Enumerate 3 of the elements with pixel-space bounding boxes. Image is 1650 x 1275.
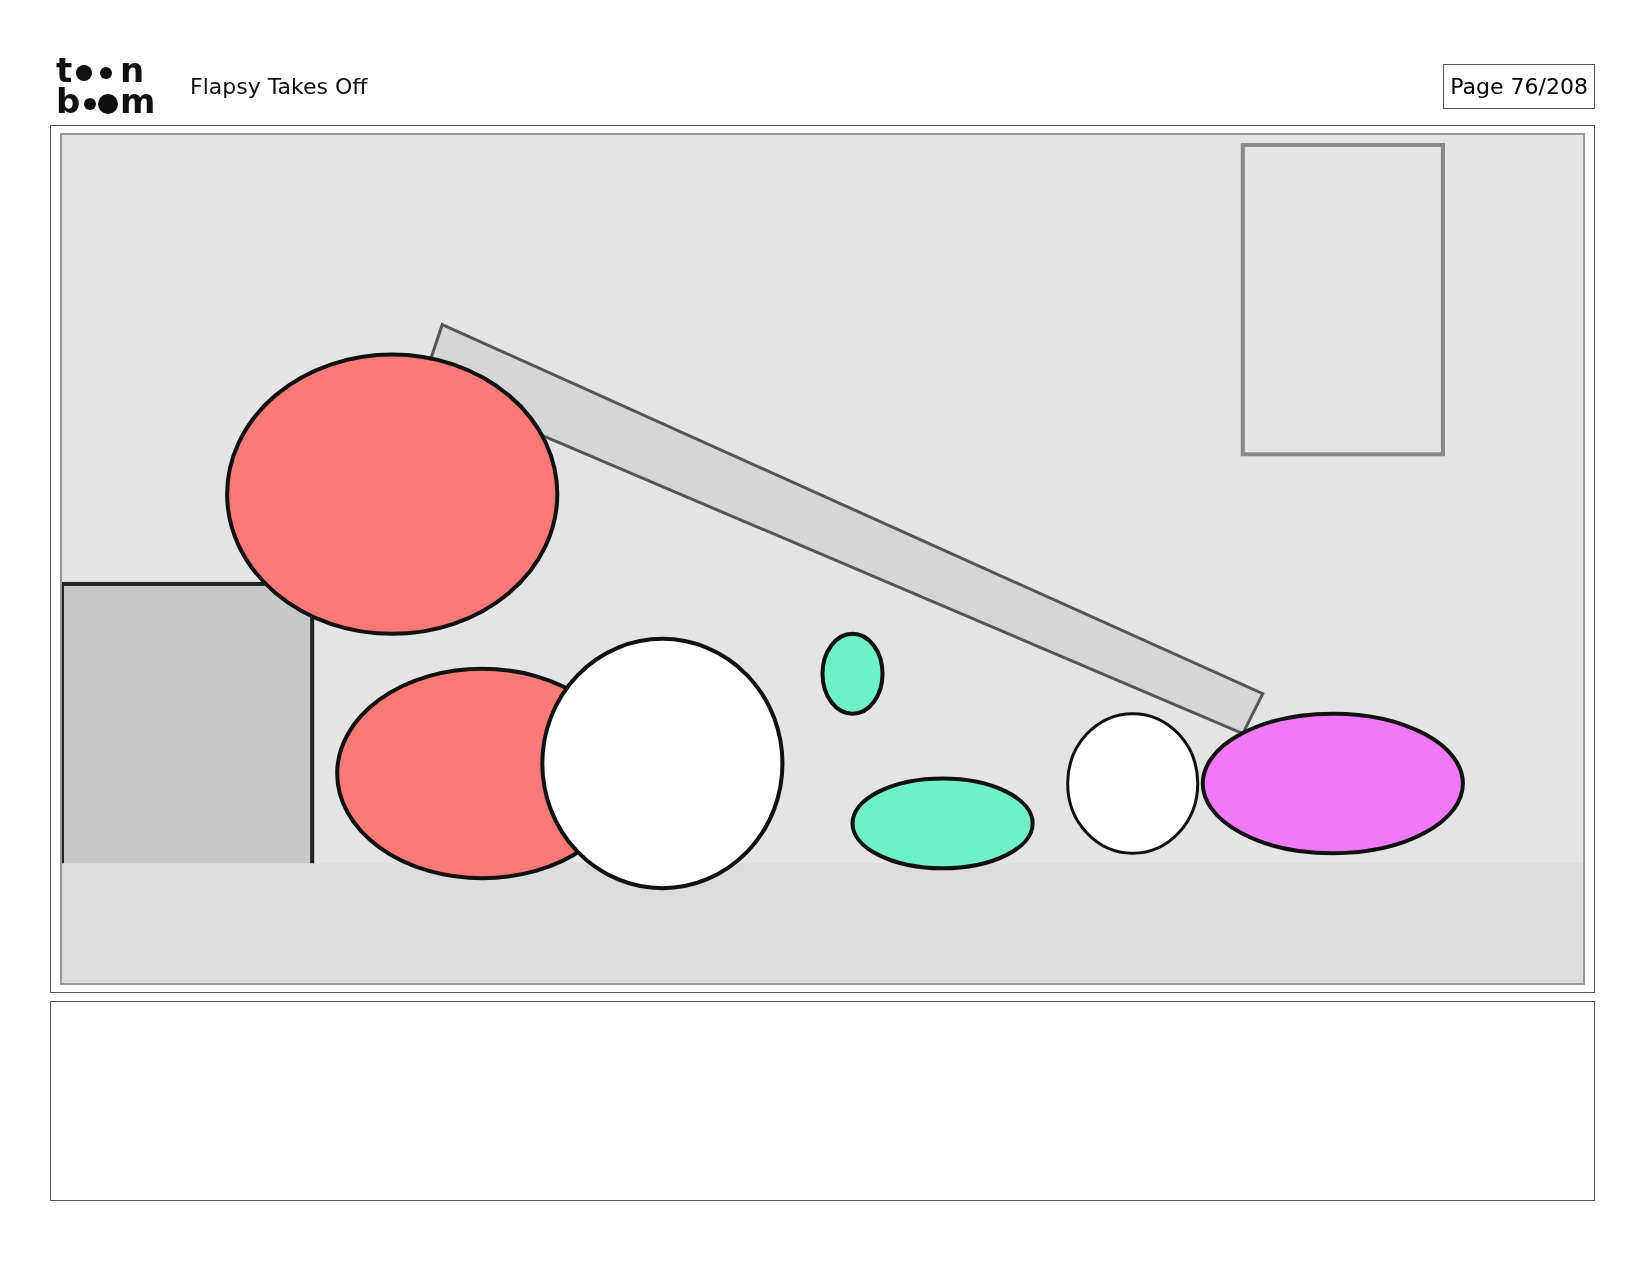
document-title: Flapsy Takes Off	[190, 73, 368, 99]
logo: t n b m	[50, 55, 166, 117]
page-number: Page 76/208	[1443, 63, 1595, 109]
